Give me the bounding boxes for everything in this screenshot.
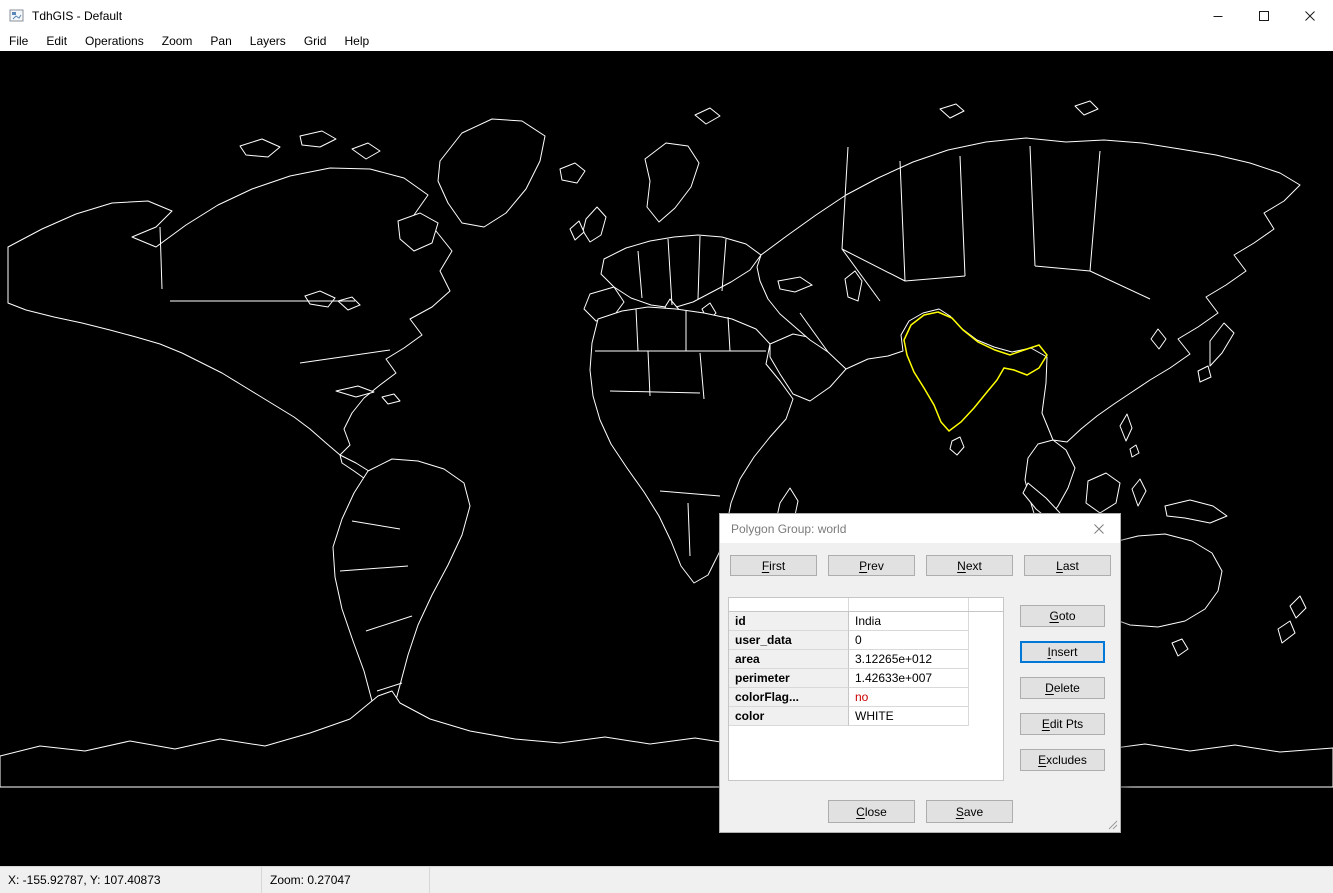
landmasses [0,100,1333,788]
field-name-cell: id [729,612,849,631]
edit-pts-button[interactable]: Edit Pts [1020,713,1105,735]
new-zealand [1289,595,1307,619]
united-kingdom [582,206,607,243]
titlebar[interactable]: TdhGIS - Default [0,0,1333,31]
field-name-cell: colorFlag... [729,688,849,707]
maximize-button[interactable] [1241,0,1287,31]
delete-button[interactable]: Delete [1020,677,1105,699]
menubar: File Edit Operations Zoom Pan Layers Gri… [0,31,1333,51]
dialog-titlebar[interactable]: Polygon Group: world [720,514,1120,543]
dialog-close-icon [1094,523,1104,534]
iceland [559,162,586,184]
arctic-island [299,130,337,148]
window-controls [1195,0,1333,31]
new-zealand [1277,620,1296,644]
table-row: area 3.12265e+012 [729,650,1003,669]
field-value-cell[interactable]: no [849,688,969,707]
field-name-cell: perimeter [729,669,849,688]
south-america [332,458,471,746]
minimize-button[interactable] [1195,0,1241,31]
table-row: user_data 0 [729,631,1003,650]
field-value-cell[interactable]: India [849,612,969,631]
window-title: TdhGIS - Default [32,8,123,23]
arctic-island [1074,100,1099,116]
japan [1209,322,1235,367]
close-icon [1305,10,1315,21]
field-name-cell: area [729,650,849,669]
menu-file[interactable]: File [0,31,37,51]
menu-grid[interactable]: Grid [295,31,336,51]
attribute-table-header [729,598,1003,612]
minimize-icon [1213,15,1223,17]
dialog-title: Polygon Group: world [731,521,847,536]
last-button[interactable]: Last [1024,555,1111,576]
borneo [1085,472,1121,514]
sri-lanka [949,436,965,456]
field-value-cell[interactable]: 3.12265e+012 [849,650,969,669]
arctic-island [351,142,381,160]
goto-button[interactable]: Goto [1020,605,1105,627]
greenland [437,118,546,228]
menu-layers[interactable]: Layers [241,31,295,51]
map-canvas[interactable]: Polygon Group: world First Prev Next Las… [0,51,1333,866]
status-zoom: Zoom: 0.27047 [262,867,430,893]
table-row: perimeter 1.42633e+007 [729,669,1003,688]
scandinavia [644,142,700,223]
field-value-cell[interactable]: 1.42633e+007 [849,669,969,688]
japan [1197,365,1212,383]
hispaniola [381,393,401,405]
close-button[interactable] [1287,0,1333,31]
arctic-island [939,103,965,119]
save-button[interactable]: Save [926,800,1013,823]
world-map [0,100,1333,788]
insert-button[interactable]: Insert [1020,641,1105,663]
arctic-island [239,138,281,158]
antarctica [0,690,1333,788]
excludes-button[interactable]: Excludes [1020,749,1105,771]
statusbar: X: -155.92787, Y: 107.40873 Zoom: 0.2704… [0,866,1333,893]
field-name-cell: user_data [729,631,849,650]
asia [756,137,1301,443]
field-value-cell[interactable]: 0 [849,631,969,650]
field-value-cell[interactable]: WHITE [849,707,969,726]
prev-button[interactable]: Prev [828,555,915,576]
attribute-table: id India user_data 0 area 3.12265e+012 p… [728,597,1004,781]
north-america [7,167,453,456]
arctic-island [694,107,721,125]
table-row: colorFlag... no [729,688,1003,707]
tasmania [1171,638,1189,657]
next-button[interactable]: Next [926,555,1013,576]
europe [600,234,762,309]
status-coordinates: X: -155.92787, Y: 107.40873 [0,867,262,893]
menu-operations[interactable]: Operations [76,31,153,51]
menu-zoom[interactable]: Zoom [153,31,202,51]
menu-pan[interactable]: Pan [201,31,240,51]
dialog-close-button[interactable] [1089,519,1109,539]
ireland [569,220,585,241]
philippines [1129,444,1140,458]
menu-help[interactable]: Help [335,31,378,51]
menu-edit[interactable]: Edit [37,31,76,51]
field-name-cell: color [729,707,849,726]
resize-grip[interactable] [1106,818,1118,830]
app-icon [9,9,24,21]
table-row: id India [729,612,1003,631]
polygon-group-dialog: Polygon Group: world First Prev Next Las… [719,513,1121,833]
sulawesi [1131,478,1147,507]
close-dialog-button[interactable]: Close [828,800,915,823]
new-guinea [1164,499,1228,524]
maximize-icon [1259,10,1269,21]
first-button[interactable]: First [730,555,817,576]
table-row: color WHITE [729,707,1003,726]
philippines [1119,413,1133,442]
